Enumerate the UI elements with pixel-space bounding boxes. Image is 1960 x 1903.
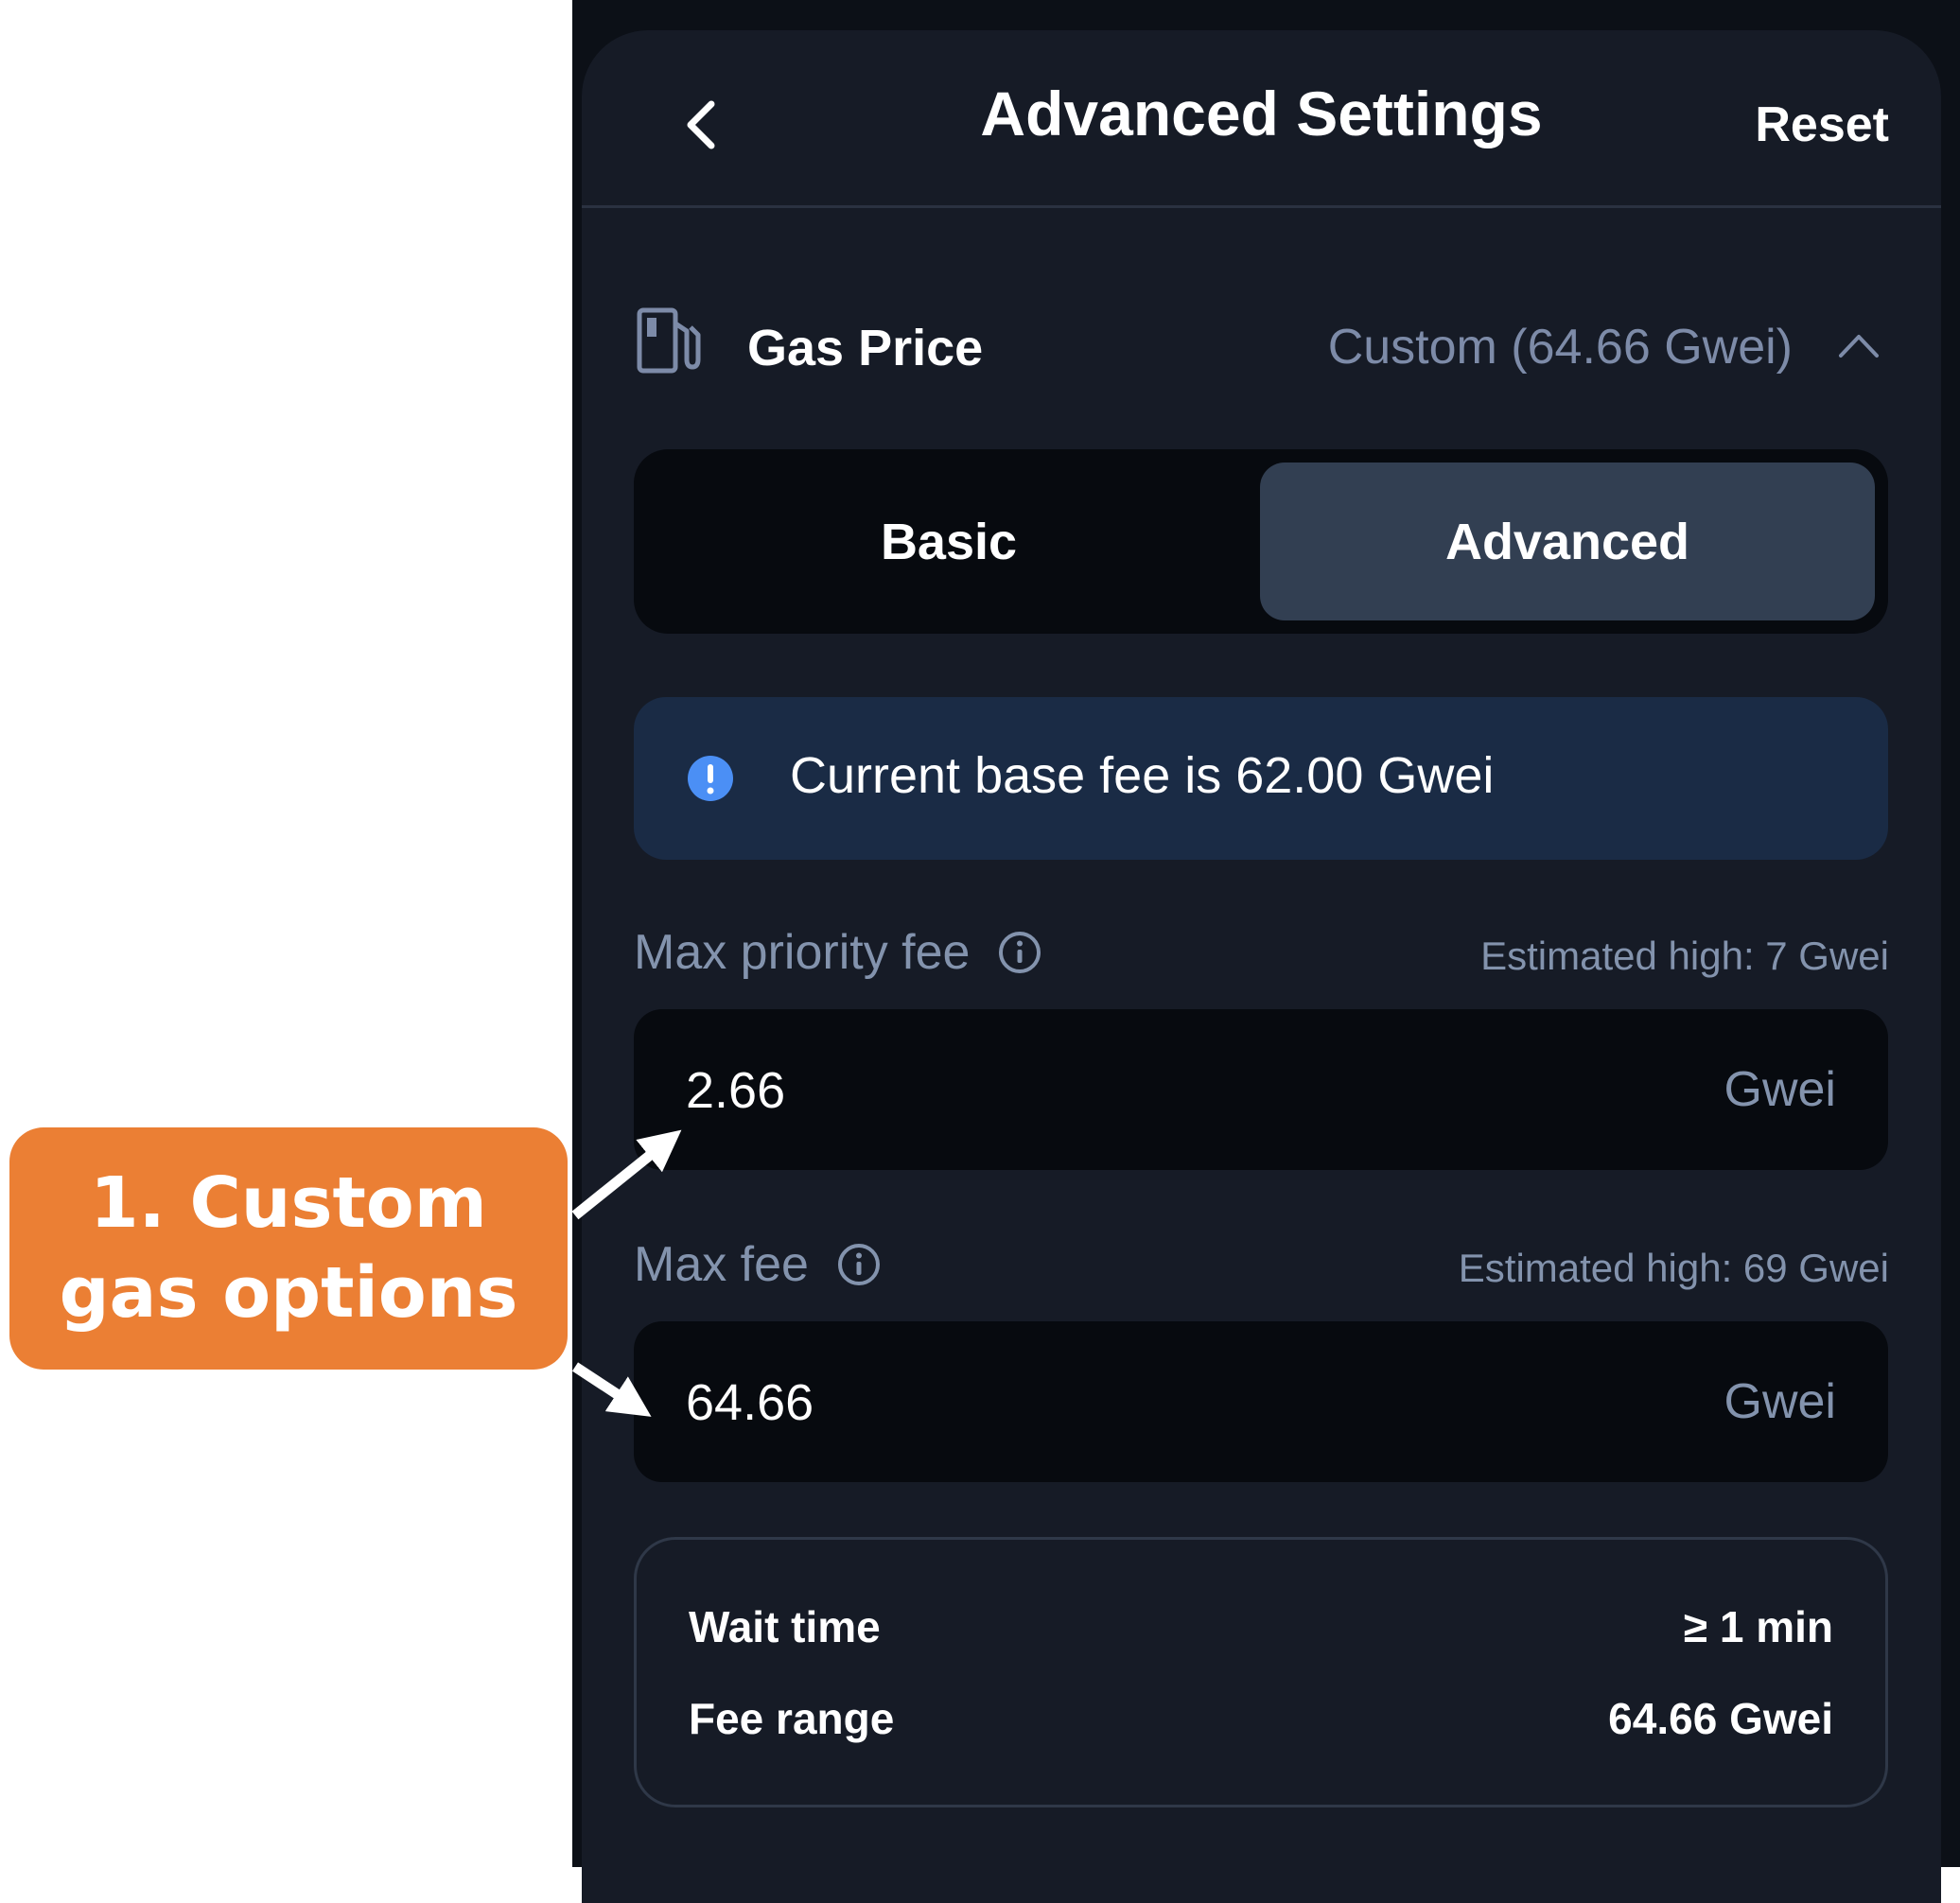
info-icon[interactable] <box>837 1243 881 1286</box>
max-fee-label: Max fee <box>634 1237 809 1292</box>
gas-price-row[interactable]: Gas Price Custom (64.66 Gwei) <box>634 305 1882 390</box>
tab-basic[interactable]: Basic <box>641 463 1256 620</box>
gas-price-value: Custom (64.66 Gwei) <box>1327 320 1793 375</box>
fee-range-value: 64.66 Gwei <box>1608 1694 1833 1743</box>
advanced-settings-panel: Advanced Settings Reset Gas Price Custom… <box>582 30 1941 1903</box>
annotation-callout: 1. Custom gas options <box>9 1127 568 1370</box>
max-fee-label-row: Max fee <box>634 1236 881 1293</box>
page-title: Advanced Settings <box>980 79 1543 148</box>
base-fee-banner: Current base fee is 62.00 Gwei <box>634 697 1888 860</box>
chevron-up-icon[interactable] <box>1835 322 1882 369</box>
max-priority-fee-estimate: Estimated high: 7 Gwei <box>1480 934 1889 978</box>
fee-summary-card: Wait time ≥ 1 min Fee range 64.66 Gwei <box>634 1537 1888 1807</box>
max-fee-estimate: Estimated high: 69 Gwei <box>1458 1246 1889 1290</box>
max-fee-input[interactable]: 64.66 Gwei <box>634 1321 1888 1482</box>
fee-range-row: Fee range 64.66 Gwei <box>689 1693 1833 1750</box>
reset-button[interactable]: Reset <box>1755 96 1889 153</box>
info-icon[interactable] <box>998 931 1041 974</box>
annotation-line-1: 1. Custom <box>90 1162 487 1245</box>
fee-range-label: Fee range <box>689 1694 895 1743</box>
alert-circle-icon <box>688 756 733 801</box>
wait-time-label: Wait time <box>689 1602 881 1651</box>
max-priority-fee-value: 2.66 <box>686 1062 786 1119</box>
max-fee-unit: Gwei <box>1724 1374 1836 1429</box>
header: Advanced Settings Reset <box>582 30 1941 208</box>
max-fee-value: 64.66 <box>686 1374 814 1431</box>
annotation-line-2: gas options <box>59 1252 518 1334</box>
max-priority-fee-label-row: Max priority fee <box>634 924 1041 981</box>
max-priority-fee-input[interactable]: 2.66 Gwei <box>634 1009 1888 1170</box>
max-priority-fee-unit: Gwei <box>1724 1062 1836 1117</box>
max-priority-fee-label: Max priority fee <box>634 925 971 980</box>
tab-advanced[interactable]: Advanced <box>1260 463 1875 620</box>
base-fee-text: Current base fee is 62.00 Gwei <box>790 747 1495 804</box>
wait-time-value: ≥ 1 min <box>1683 1602 1833 1651</box>
gas-mode-toggle: Basic Advanced <box>634 449 1888 634</box>
gas-price-label: Gas Price <box>747 320 984 376</box>
gas-pump-icon <box>637 307 701 374</box>
wait-time-row: Wait time ≥ 1 min <box>689 1601 1833 1658</box>
